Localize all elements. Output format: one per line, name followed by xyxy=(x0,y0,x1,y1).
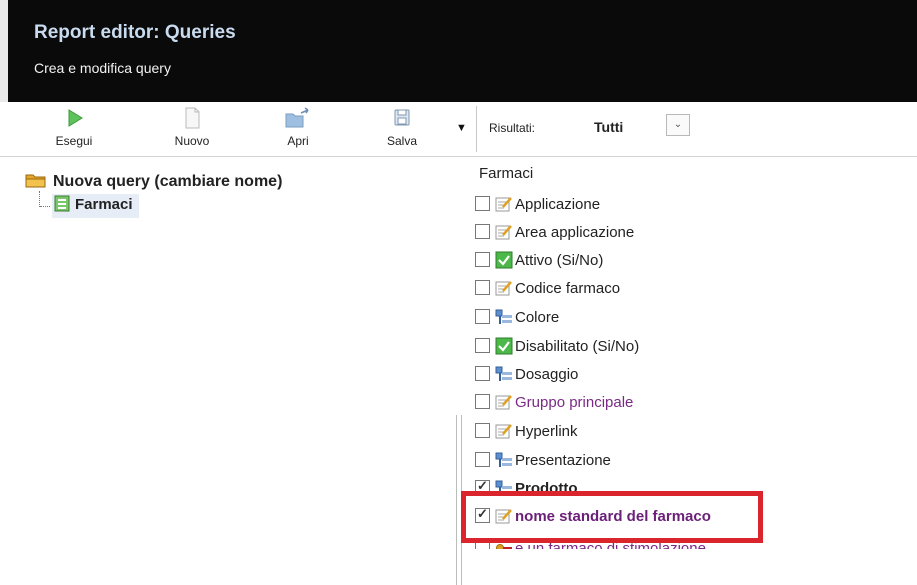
new-document-icon xyxy=(162,106,222,130)
field-label: Disabilitato (Si/No) xyxy=(515,338,640,355)
table-icon xyxy=(54,195,70,212)
open-button-label: Apri xyxy=(287,134,309,148)
page-subtitle: Crea e modifica query xyxy=(34,60,171,76)
page-title: Report editor: Queries xyxy=(34,22,236,43)
lookup-field-icon xyxy=(495,365,513,383)
run-button-label: Esegui xyxy=(55,134,93,148)
field-checkbox[interactable] xyxy=(475,452,490,467)
save-button-label: Salva xyxy=(386,134,418,148)
field-gruppo-principale[interactable]: Gruppo principale xyxy=(475,393,633,415)
toolbar-divider xyxy=(476,106,477,152)
field-hyperlink[interactable]: Hyperlink xyxy=(475,422,578,444)
folder-icon xyxy=(25,172,47,188)
field-checkbox[interactable] xyxy=(475,196,490,211)
field-checkbox[interactable] xyxy=(475,338,490,353)
tree-root-item[interactable]: Nuova query (cambiare nome) xyxy=(25,172,282,191)
field-colore[interactable]: Colore xyxy=(475,308,559,330)
new-button[interactable]: Nuovo xyxy=(162,106,222,148)
field-checkbox[interactable] xyxy=(475,224,490,239)
field-label: Gruppo principale xyxy=(515,394,634,411)
field-label: Attivo (Si/No) xyxy=(515,252,604,269)
field-label: Area applicazione xyxy=(515,224,635,241)
highlight-box xyxy=(461,491,763,543)
open-folder-icon xyxy=(268,106,328,130)
boolean-field-icon xyxy=(495,337,513,355)
tree-root-label: Nuova query (cambiare nome) xyxy=(53,173,283,190)
results-value[interactable]: Tutti xyxy=(594,119,623,135)
query-tree: Nuova query (cambiare nome) Farmaci xyxy=(0,157,470,585)
open-button[interactable]: Apri xyxy=(268,106,328,148)
tree-connector-h xyxy=(40,206,50,208)
field-label: Applicazione xyxy=(515,196,601,213)
lookup-field-icon xyxy=(495,451,513,469)
field-checkbox[interactable] xyxy=(475,394,490,409)
field-area-applicazione[interactable]: Area applicazione xyxy=(475,223,634,245)
field-label: Dosaggio xyxy=(515,366,579,383)
field-codice-farmaco[interactable]: Codice farmaco xyxy=(475,279,620,301)
text-field-icon xyxy=(495,195,513,213)
play-icon xyxy=(44,106,104,130)
field-checkbox[interactable] xyxy=(475,423,490,438)
field-checkbox[interactable] xyxy=(475,309,490,324)
header-bar: Report editor: Queries Crea e modifica q… xyxy=(0,0,917,102)
text-field-icon xyxy=(495,223,513,241)
field-label: Hyperlink xyxy=(515,423,578,440)
text-field-icon xyxy=(495,279,513,297)
field-checkbox[interactable] xyxy=(475,252,490,267)
fields-panel-title: Farmaci xyxy=(479,165,534,182)
tree-connector xyxy=(39,191,41,207)
chevron-down-icon: ⌄ xyxy=(673,119,683,130)
run-button[interactable]: Esegui xyxy=(44,106,104,148)
new-button-label: Nuovo xyxy=(174,134,210,148)
field-dosaggio[interactable]: Dosaggio xyxy=(475,365,578,387)
field-attivo[interactable]: Attivo (Si/No) xyxy=(475,251,603,273)
field-disabilitato[interactable]: Disabilitato (Si/No) xyxy=(475,337,639,359)
save-icon xyxy=(372,106,432,130)
tree-item-farmaci[interactable]: Farmaci xyxy=(52,194,139,218)
results-dropdown[interactable]: ⌄ xyxy=(666,114,690,136)
text-field-icon xyxy=(495,422,513,440)
save-button[interactable]: Salva xyxy=(372,106,432,148)
field-label: Codice farmaco xyxy=(515,280,621,297)
field-checkbox[interactable] xyxy=(475,366,490,381)
boolean-field-icon xyxy=(495,251,513,269)
field-label: Presentazione xyxy=(515,452,611,469)
results-label: Risultati: xyxy=(489,121,536,135)
tree-item-label: Farmaci xyxy=(75,196,133,213)
field-applicazione[interactable]: Applicazione xyxy=(475,195,600,217)
field-checkbox[interactable] xyxy=(475,280,490,295)
lookup-field-icon xyxy=(495,308,513,326)
text-field-icon xyxy=(495,393,513,411)
field-label: Colore xyxy=(515,309,560,326)
field-presentazione[interactable]: Presentazione xyxy=(475,451,611,473)
caret-down-icon[interactable]: ▼ xyxy=(456,122,467,134)
